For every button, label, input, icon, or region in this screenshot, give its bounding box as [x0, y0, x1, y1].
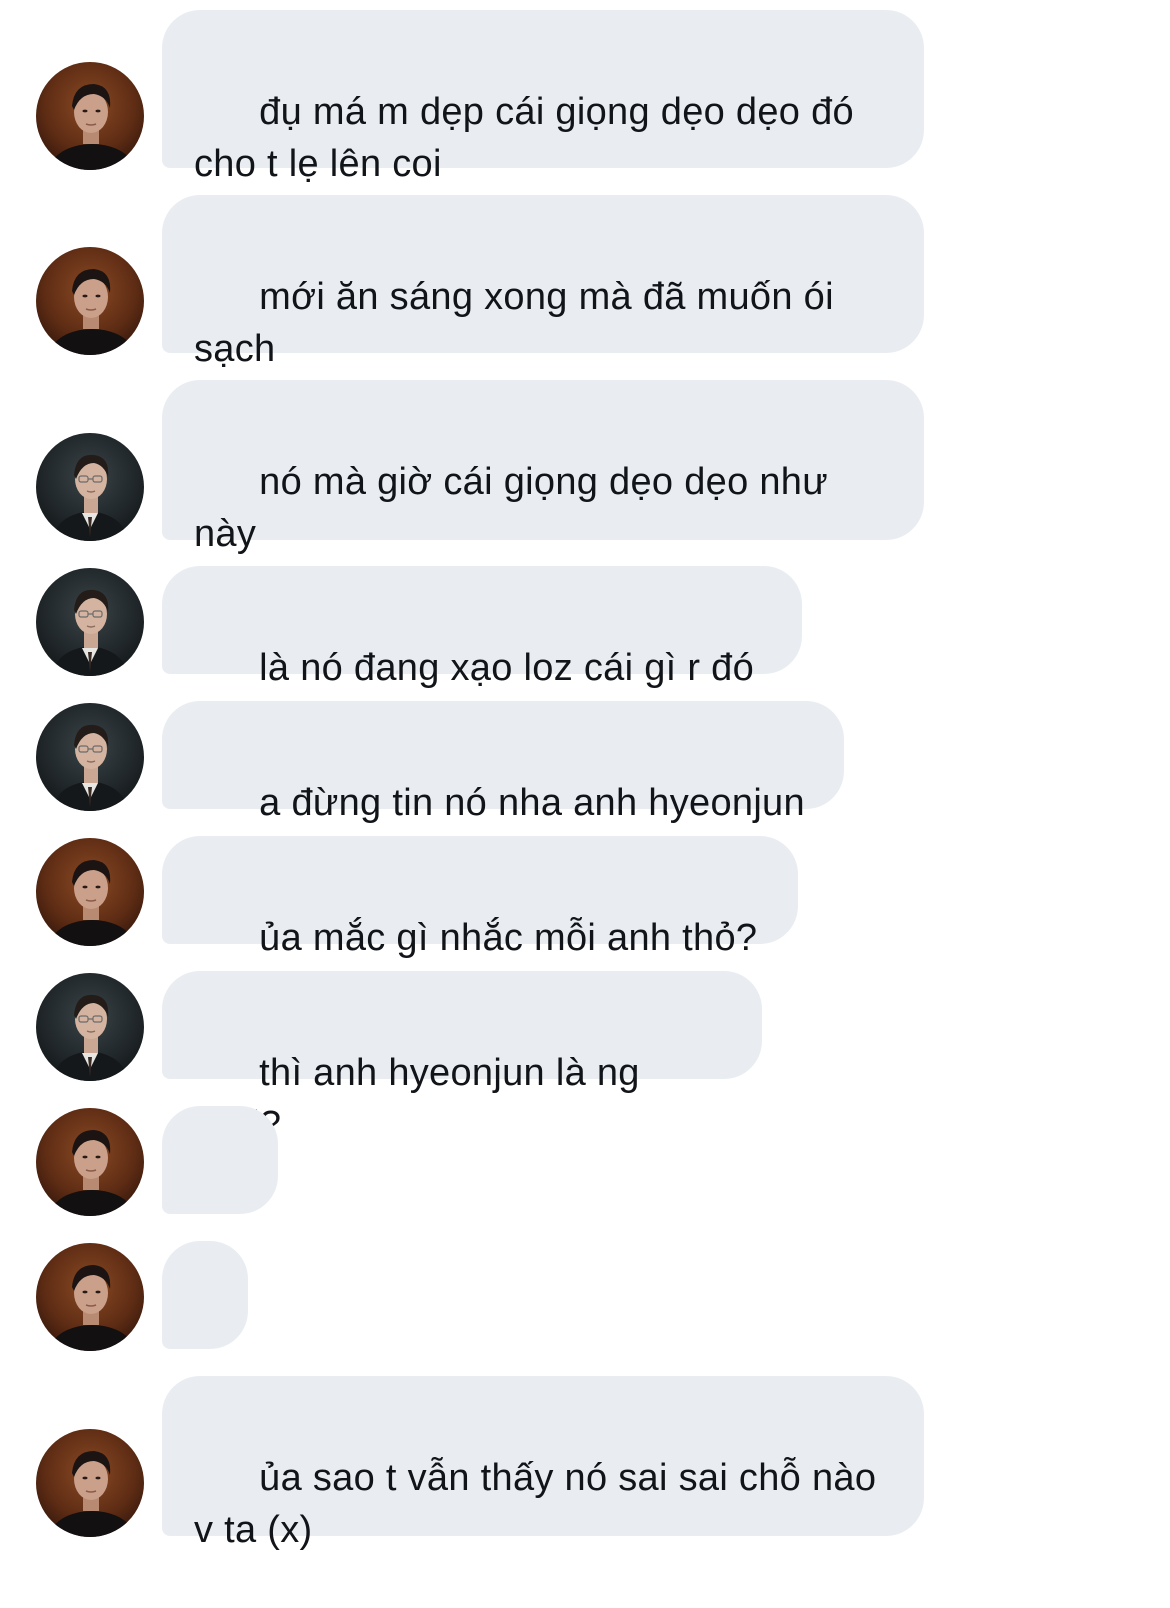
- dark-sweater-man-avatar[interactable]: [36, 1429, 144, 1537]
- dark-sweater-man-avatar[interactable]: [36, 247, 144, 355]
- message-text: ủa mắc gì nhắc mỗi anh thỏ?: [259, 917, 758, 959]
- message-text: đụ má m dẹp cái giọng dẹo dẹo đó cho t l…: [194, 91, 865, 185]
- dark-sweater-man-avatar[interactable]: [36, 1243, 144, 1351]
- message-bubble[interactable]: a đừng tin nó nha anh hyeonjun: [162, 701, 844, 824]
- message-bubble[interactable]: à...: [162, 1106, 278, 1281]
- suit-glasses-man-avatar[interactable]: [36, 973, 144, 1081]
- message-text: mới ăn sáng xong mà đã muốn ói sạch: [194, 276, 845, 370]
- message-bubble[interactable]: thì anh hyeonjun là ng mới?: [162, 971, 762, 1146]
- message-bubble[interactable]: là nó đang xạo loz cái gì r đó: [162, 566, 802, 689]
- message-bubble[interactable]: ủa mắc gì nhắc mỗi anh thỏ?: [162, 836, 798, 959]
- message-bubble[interactable]: ờ: [162, 1241, 248, 1416]
- message-text: nó mà giờ cái giọng dẹo dẹo như này: [194, 461, 839, 555]
- dark-sweater-man-avatar[interactable]: [36, 838, 144, 946]
- message-bubble[interactable]: nó mà giờ cái giọng dẹo dẹo như này: [162, 380, 924, 555]
- message-text: là nó đang xạo loz cái gì r đó: [259, 647, 755, 689]
- dark-sweater-man-avatar[interactable]: [36, 62, 144, 170]
- message-bubble[interactable]: mới ăn sáng xong mà đã muốn ói sạch: [162, 195, 924, 370]
- message-text: a đừng tin nó nha anh hyeonjun: [259, 782, 805, 824]
- suit-glasses-man-avatar[interactable]: [36, 703, 144, 811]
- dark-sweater-man-avatar[interactable]: [36, 1108, 144, 1216]
- suit-glasses-man-avatar[interactable]: [36, 568, 144, 676]
- message-text: ủa sao t vẫn thấy nó sai sai chỗ nào v t…: [194, 1457, 888, 1551]
- suit-glasses-man-avatar[interactable]: [36, 433, 144, 541]
- message-bubble[interactable]: ủa sao t vẫn thấy nó sai sai chỗ nào v t…: [162, 1376, 924, 1551]
- message-bubble[interactable]: đụ má m dẹp cái giọng dẹo dẹo đó cho t l…: [162, 10, 924, 185]
